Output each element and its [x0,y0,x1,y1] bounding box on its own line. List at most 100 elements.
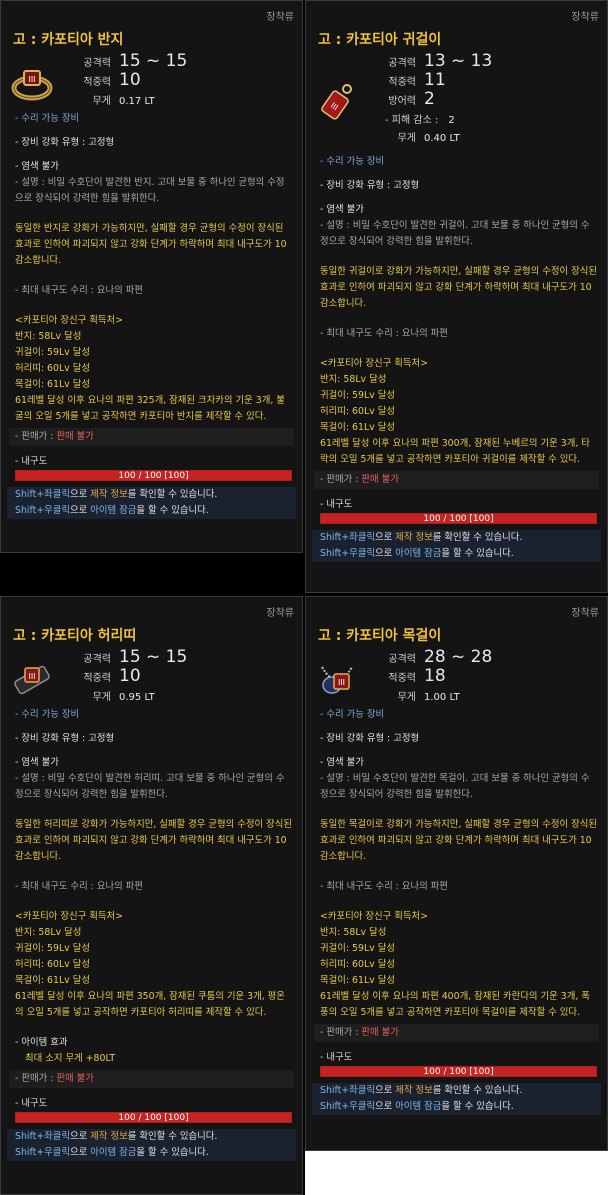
stat-value: 10 [119,70,141,90]
item-tooltip-earring: 장착류 고 : 카포티아 귀걸이 III 공격력 13 ~ 13 적중력 11 방어… [305,0,608,593]
stat-label: 적중력 [388,673,416,684]
hint-box: Shift+좌클릭으로 제작 정보를 확인할 수 있습니다. Shift+우클릭… [312,530,601,562]
hint-craft-info: Shift+좌클릭으로 제작 정보를 확인할 수 있습니다. [15,489,218,500]
stat-label: 공격력 [83,654,111,665]
repair-info: - 수리 가능 장비 [320,709,385,720]
necklace-icon: III [316,659,358,699]
enhance-note: 동일한 귀걸이로 강화가 가능하지만, 실패할 경우 균형의 수정이 장식된 효… [320,266,597,309]
acquisition-title: <카포티아 장신구 획득처> [320,358,428,369]
item-tooltip-necklace: 장착류 고 : 카포티아 목걸이 III 공격력 28 ~ 28 적중력 18 무게… [305,596,608,1151]
belt-icon: III [11,659,53,699]
craft-note: 61레벨 달성 이후 요나의 파편 350개, 잠재된 쿠툼의 기운 3개, 평… [15,991,285,1018]
hint-item-lock: Shift+우클릭으로 아이템 잠금을 할 수 있습니다. [15,505,209,516]
enhance-type: - 장비 강화 유형 : 고정형 [15,137,115,148]
hint-craft-info: Shift+좌클릭으로 제작 정보를 확인할 수 있습니다. [320,1085,523,1096]
dye-info: - 염색 불가 [15,161,59,172]
item-category: 장착류 [571,12,599,23]
acquisition-title: <카포티아 장신구 획득처> [320,911,428,922]
hint-box: Shift+좌클릭으로 제작 정보를 확인할 수 있습니다. Shift+우클릭… [312,1083,601,1115]
item-body: - 수리 가능 장비 - 장비 강화 유형 : 고정형 - 염색 불가 - 설명… [312,707,601,1115]
acquisition-line: 귀걸이: 59Lv 달성 [15,943,90,954]
item-effect-label: - 아이템 효과 [15,1037,68,1048]
item-category: 장착류 [266,608,294,619]
stat-value: 28 ~ 28 [424,647,493,667]
hint-craft-info: Shift+좌클릭으로 제작 정보를 확인할 수 있습니다. [320,532,523,543]
stat-value: 13 ~ 13 [424,51,493,71]
sale-price-row: - 판매가 : 판매 불가 [9,1070,294,1088]
enhance-type: - 장비 강화 유형 : 고정형 [320,733,420,744]
durability-text: 100 / 100 [100] [423,514,494,524]
acquisition-line: 목걸이: 61Lv 달성 [15,379,90,390]
stat-label: 무게 [397,133,416,144]
acquisition-line: 허리띠: 60Lv 달성 [15,363,90,374]
sale-price-label: - 판매가 : [15,431,54,442]
repair-info: - 수리 가능 장비 [15,709,80,720]
item-description: - 설명 : 비밀 수호단이 발견한 목걸이. 고대 보물 중 하나인 균형의 … [320,773,590,800]
sale-price-value: 판매 불가 [56,431,94,442]
enhance-note: 동일한 목걸이로 강화가 가능하지만, 실패할 경우 균형의 수정이 장식된 효… [320,819,597,862]
acquisition-line: 허리띠: 60Lv 달성 [320,406,395,417]
durability-bar: 100 / 100 [100] [15,1112,292,1123]
repair-info: - 수리 가능 장비 [320,156,385,167]
craft-note: 61레벨 달성 이후 요나의 파편 300개, 잠재된 누베르의 기운 3개, … [320,438,590,465]
sale-price-label: - 판매가 : [15,1073,54,1084]
acquisition-line: 귀걸이: 59Lv 달성 [15,347,90,358]
stat-label: 적중력 [83,77,111,88]
stat-value: 15 ~ 15 [119,647,188,667]
max-durability-repair: - 최대 내구도 수리 : 요나의 파편 [320,881,448,892]
max-durability-repair: - 최대 내구도 수리 : 요나의 파편 [320,328,448,339]
background-filler [0,553,303,596]
sale-price-row: - 판매가 : 판매 불가 [9,428,294,446]
acquisition-line: 허리띠: 60Lv 달성 [15,959,90,970]
acquisition-line: 귀걸이: 59Lv 달성 [320,390,395,401]
durability-text: 100 / 100 [100] [118,1113,189,1123]
item-stats: 공격력 13 ~ 13 적중력 11 방어력 2 - 피해 감소 : 2 무게 0.40 … [379,51,599,148]
enhance-type: - 장비 강화 유형 : 고정형 [320,180,420,191]
dye-info: - 염색 불가 [320,757,364,768]
acquisition-line: 목걸이: 61Lv 달성 [15,975,90,986]
stat-label: - 피해 감소 : [385,115,439,126]
stat-value: 0.17 LT [119,96,155,107]
stat-value: 18 [424,666,446,686]
sale-price-value: 판매 불가 [361,1027,399,1038]
item-stats: 공격력 15 ~ 15 적중력 10 무게 0.95 LT [74,647,294,707]
stat-value: 1.00 LT [424,692,460,703]
hint-item-lock: Shift+우클릭으로 아이템 잠금을 할 수 있습니다. [320,1101,514,1112]
hint-box: Shift+좌클릭으로 제작 정보를 확인할 수 있습니다. Shift+우클릭… [7,487,296,519]
stat-label: 무게 [92,96,111,107]
acquisition-line: 반지: 58Lv 달성 [15,331,82,342]
hint-box: Shift+좌클릭으로 제작 정보를 확인할 수 있습니다. Shift+우클릭… [7,1129,296,1161]
stat-value: 0.40 LT [424,133,460,144]
dye-info: - 염색 불가 [320,204,364,215]
max-durability-repair: - 최대 내구도 수리 : 요나의 파편 [15,881,143,892]
durability-text: 100 / 100 [100] [118,471,189,481]
stat-label: 적중력 [388,77,416,88]
dye-info: - 염색 불가 [15,757,59,768]
ring-icon: III [11,63,53,103]
item-name: 고 : 카포티아 반지 [13,32,124,48]
stat-value: 0.95 LT [119,692,155,703]
item-body: - 수리 가능 장비 - 장비 강화 유형 : 고정형 - 염색 불가 - 설명… [7,707,296,1161]
stat-label: 무게 [397,692,416,703]
stat-value: 15 ~ 15 [119,51,188,71]
acquisition-line: 반지: 58Lv 달성 [15,927,82,938]
stat-value: 2 [424,89,435,109]
stat-value: 11 [424,70,446,90]
hint-craft-info: Shift+좌클릭으로 제작 정보를 확인할 수 있습니다. [15,1131,218,1142]
durability-bar: 100 / 100 [100] [15,470,292,481]
stat-label: 무게 [92,692,111,703]
acquisition-line: 목걸이: 61Lv 달성 [320,422,395,433]
stat-label: 적중력 [83,673,111,684]
item-description: - 설명 : 비밀 수호단이 발견한 허리띠. 고대 보물 중 하나인 균형의 … [15,773,285,800]
acquisition-title: <카포티아 장신구 획득처> [15,315,123,326]
stat-label: 공격력 [83,58,111,69]
svg-text:III: III [338,678,345,687]
item-stats: 공격력 28 ~ 28 적중력 18 무게 1.00 LT [379,647,599,707]
durability-text: 100 / 100 [100] [423,1067,494,1077]
stat-label: 공격력 [388,654,416,665]
svg-text:III: III [28,672,35,681]
max-durability-repair: - 최대 내구도 수리 : 요나의 파편 [15,285,143,296]
enhance-type: - 장비 강화 유형 : 고정형 [15,733,115,744]
sale-price-value: 판매 불가 [56,1073,94,1084]
hint-item-lock: Shift+우클릭으로 아이템 잠금을 할 수 있습니다. [15,1147,209,1158]
